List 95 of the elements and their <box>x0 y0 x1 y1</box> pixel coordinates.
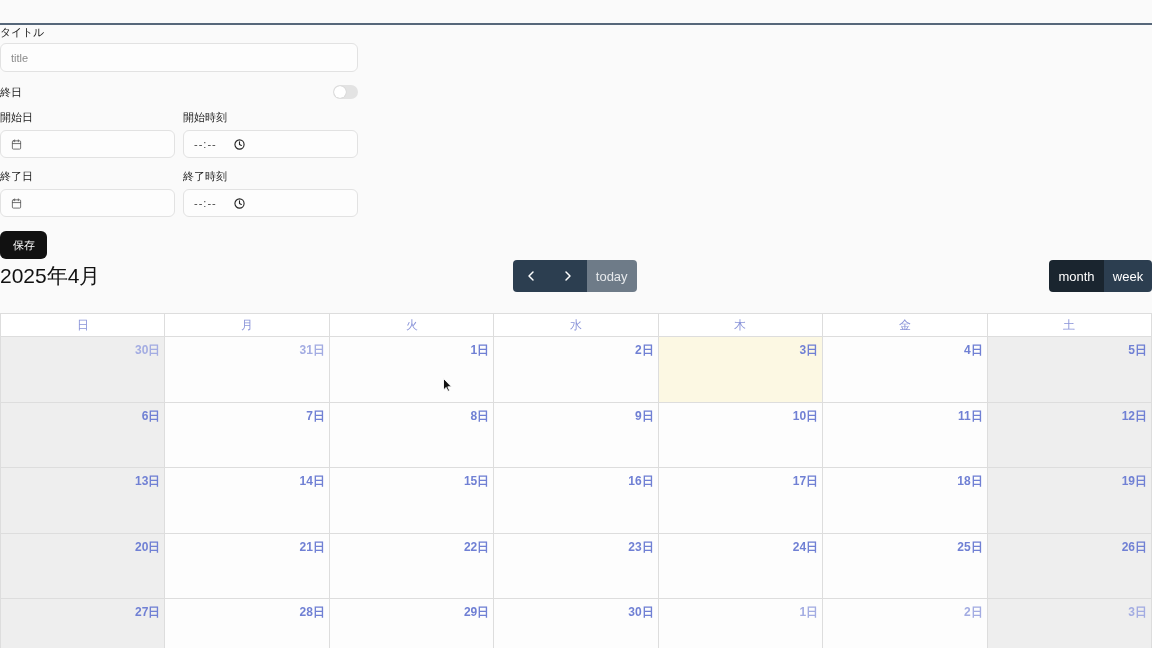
day-number: 5日 <box>1128 343 1147 357</box>
day-number: 3日 <box>799 343 819 357</box>
date-field[interactable] <box>0 189 175 217</box>
time-field[interactable]: --:-- <box>183 189 358 217</box>
weekday-header: 月 <box>165 314 330 337</box>
weekday-header: 水 <box>494 314 659 337</box>
day-cell[interactable]: 19日 <box>987 468 1152 534</box>
day-number: 24日 <box>792 539 819 554</box>
day-number: 1日 <box>470 343 490 357</box>
day-cell[interactable]: 22日 <box>329 533 495 599</box>
view-button[interactable]: month <box>1049 260 1104 292</box>
day-number: 23日 <box>628 539 654 554</box>
day-cell[interactable]: 10日 <box>658 402 824 468</box>
day-cell[interactable]: 5日 <box>987 337 1152 403</box>
day-cell[interactable]: 27日 <box>1 599 166 648</box>
day-number: 22日 <box>463 539 490 554</box>
day-number: 4日 <box>963 343 983 357</box>
day-cell[interactable]: 12日 <box>987 402 1152 468</box>
day-number: 17日 <box>792 474 819 488</box>
day-number: 28日 <box>299 605 325 619</box>
save-button[interactable]: 保存 <box>0 231 47 259</box>
day-cell[interactable]: 31日 <box>165 337 330 403</box>
day-cell[interactable]: 18日 <box>823 468 988 534</box>
day-cell[interactable]: 21日 <box>165 533 330 599</box>
day-cell[interactable]: 13日 <box>1 468 166 534</box>
day-cell[interactable]: 16日 <box>494 468 659 534</box>
day-cell[interactable]: 20日 <box>1 533 166 599</box>
day-cell[interactable]: 6日 <box>1 402 166 468</box>
day-cell[interactable]: 23日 <box>494 533 659 599</box>
day-number: 19日 <box>1121 474 1147 488</box>
day-cell[interactable]: 1日 <box>329 337 495 403</box>
day-cell[interactable]: 30日 <box>1 337 166 403</box>
day-number: 3日 <box>1128 605 1147 619</box>
day-cell[interactable]: 9日 <box>494 402 659 468</box>
day-cell[interactable]: 7日 <box>165 402 330 468</box>
day-number: 18日 <box>957 474 983 488</box>
calendar-icon <box>11 197 22 209</box>
day-number: 27日 <box>135 605 161 619</box>
day-cell[interactable]: 3日 <box>987 599 1152 648</box>
day-number: 16日 <box>628 474 654 488</box>
day-number: 30日 <box>135 343 161 357</box>
date-field[interactable] <box>0 130 175 158</box>
view-button[interactable]: week <box>1104 260 1152 292</box>
toggle-switch[interactable] <box>333 84 358 99</box>
previous-button[interactable] <box>512 260 550 292</box>
day-number: 9日 <box>635 408 654 423</box>
time-field[interactable]: --:-- <box>183 130 358 158</box>
day-number: 2日 <box>635 343 654 357</box>
weekday-header: 金 <box>823 314 988 337</box>
month-title: 2025年4月 <box>0 263 101 289</box>
calendar-icon <box>11 138 22 150</box>
day-number: 25日 <box>957 539 983 554</box>
day-cell[interactable]: 2日 <box>494 337 659 403</box>
day-number: 15日 <box>463 474 490 488</box>
day-cell[interactable]: 17日 <box>658 468 824 534</box>
day-cell[interactable]: 14日 <box>165 468 330 534</box>
day-cell[interactable]: 25日 <box>823 533 988 599</box>
mouse-cursor-icon <box>443 378 452 392</box>
day-number: 31日 <box>299 343 325 357</box>
all-day-label: 終日 <box>0 84 22 99</box>
day-number: 21日 <box>299 539 325 554</box>
day-number: 2日 <box>963 605 983 619</box>
day-cell[interactable]: 15日 <box>329 468 495 534</box>
day-cell[interactable]: 24日 <box>658 533 824 599</box>
date-label: 終了日 <box>0 169 34 183</box>
day-number: 7日 <box>306 408 325 423</box>
day-cell[interactable]: 4日 <box>823 337 988 403</box>
day-number: 29日 <box>463 605 490 619</box>
next-button[interactable] <box>549 260 587 292</box>
clock-icon <box>233 197 245 209</box>
clock-icon <box>233 138 245 150</box>
day-number: 20日 <box>135 539 161 554</box>
day-number: 13日 <box>135 474 161 488</box>
day-number: 12日 <box>1121 408 1147 423</box>
weekday-header: 火 <box>329 314 495 337</box>
day-cell[interactable]: 3日 <box>658 337 824 403</box>
weekday-header: 日 <box>1 314 166 337</box>
title-input[interactable]: title <box>0 43 358 72</box>
day-cell[interactable]: 8日 <box>329 402 495 468</box>
time-label: 開始時刻 <box>183 110 228 124</box>
weekday-header: 土 <box>987 314 1152 337</box>
day-number: 14日 <box>299 474 325 488</box>
weekday-header: 木 <box>658 314 824 337</box>
day-cell[interactable]: 26日 <box>987 533 1152 599</box>
day-cell[interactable]: 11日 <box>823 402 988 468</box>
time-label: 終了時刻 <box>183 169 228 183</box>
day-number: 30日 <box>628 605 654 619</box>
day-number: 8日 <box>470 408 490 423</box>
day-number: 11日 <box>957 408 983 423</box>
day-number: 10日 <box>792 408 819 423</box>
day-number: 6日 <box>141 408 161 423</box>
day-number: 1日 <box>799 605 819 619</box>
day-number: 26日 <box>1121 539 1147 554</box>
title-label: タイトル <box>0 25 45 39</box>
date-label: 開始日 <box>0 110 34 124</box>
